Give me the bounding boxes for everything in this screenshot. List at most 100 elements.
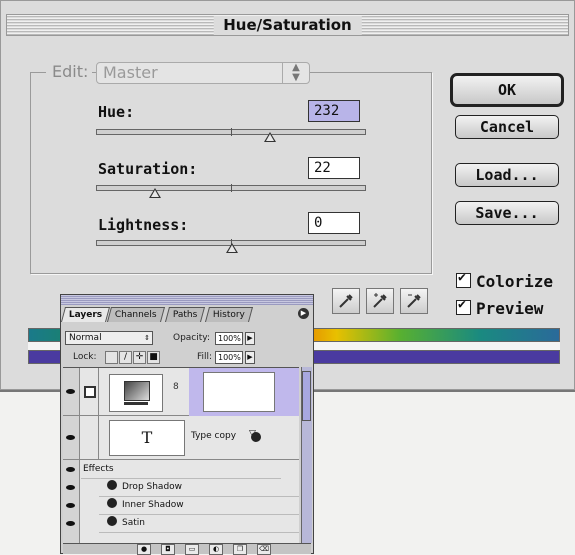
histogram-base [124,402,148,405]
saturation-slider[interactable] [96,184,366,192]
layers-scrollbar[interactable] [301,367,312,543]
saturation-label: Saturation: [98,160,198,178]
delete-layer-icon[interactable]: ⌫ [257,544,271,555]
effect-icon [107,516,117,526]
eye-icon[interactable] [66,467,75,472]
visibility-toggle[interactable] [63,416,80,459]
colorize-label: Colorize [476,272,554,291]
saturation-slider-center-tick [231,184,232,192]
layer-mask-thumbnail [203,372,275,412]
eye-icon[interactable] [66,485,75,490]
select-arrows-icon: ▲ ▼ [282,63,309,83]
new-adjustment-layer-icon[interactable]: ◐ [209,544,223,555]
lightness-input[interactable]: 0 [308,212,360,234]
preview-label: Preview [476,299,544,318]
effect-satin[interactable]: Satin [99,514,299,533]
effect-icon [107,498,117,508]
opacity-input[interactable]: 100% [215,332,243,345]
colorize-checkbox[interactable]: ✔ Colorize [456,270,554,291]
eyedropper-plus-icon [373,293,387,308]
type-layer-name[interactable]: Type copy [191,431,236,441]
lock-transparency-icon[interactable] [105,351,118,364]
new-set-icon[interactable]: ▭ [185,544,199,555]
cancel-button[interactable]: Cancel [455,115,559,139]
scrollbar-thumb[interactable] [302,371,311,421]
hue-input[interactable]: 232 [308,100,360,122]
edit-channel-value: Master [103,63,158,82]
layer-mask-link-cell[interactable] [80,368,99,415]
checkmark-icon: ✔ [458,297,466,312]
effects-label: Effects [83,464,114,474]
tab-layers[interactable]: Layers [60,307,111,322]
save-button[interactable]: Save... [455,201,559,225]
fill-label: Fill: [197,352,213,362]
layer-link-cell[interactable] [80,416,99,459]
fill-input[interactable]: 100% [215,351,243,364]
layer-effects-icon [251,432,261,442]
dialog-titlebar[interactable]: Hue/Saturation [6,14,569,36]
eye-icon [66,389,75,394]
hue-slider[interactable] [96,128,366,136]
visibility-toggle[interactable] [63,368,80,415]
palette-titlebar[interactable] [61,295,313,305]
effect-drop-shadow[interactable]: Drop Shadow [99,478,299,497]
tab-paths[interactable]: Paths [164,307,206,322]
fill-arrow-icon[interactable]: ▶ [245,351,255,364]
palette-menu-icon[interactable]: ▶ [298,308,309,319]
hue-slider-center-tick [231,128,232,136]
lock-label: Lock: [73,352,97,362]
saturation-input[interactable]: 22 [308,157,360,179]
add-layer-style-icon[interactable]: ● [137,544,151,555]
edit-label: Edit: [46,62,93,81]
hue-label: Hue: [98,103,135,121]
blend-mode-select[interactable]: Normal ⇕ [65,331,153,345]
blend-mode-value: Normal [69,333,102,343]
tab-history[interactable]: History [204,307,254,322]
opacity-label: Opacity: [173,333,210,343]
saturation-slider-thumb[interactable] [149,188,161,198]
dialog-title: Hue/Saturation [213,16,362,35]
effect-icon [107,480,117,490]
layer-row-type[interactable]: T Type copy ▽ [63,416,299,460]
effect-name: Inner Shadow [122,500,184,510]
adjustment-layer-thumbnail [109,374,163,412]
add-to-sample-eyedropper[interactable] [366,288,394,314]
eyedropper-tool[interactable] [332,288,360,314]
layer-row-adjustment[interactable]: 8 [63,368,299,416]
effect-name: Satin [122,518,145,528]
colorize-check-box: ✔ [456,270,471,288]
tab-channels[interactable]: Channels [106,307,165,322]
type-layer-thumbnail: T [109,420,185,456]
lock-paint-icon[interactable]: / [119,351,132,364]
eyedropper-minus-icon [407,294,421,308]
new-layer-icon[interactable]: ❐ [233,544,247,555]
effect-inner-shadow[interactable]: Inner Shadow [99,496,299,515]
ok-button[interactable]: OK [450,73,564,107]
select-arrows-icon: ⇕ [144,334,150,342]
eye-icon [66,435,75,440]
eye-icon[interactable] [66,503,75,508]
lightness-label: Lightness: [98,216,189,234]
preview-check-box: ✔ [456,297,471,315]
subtract-from-sample-eyedropper[interactable] [400,288,428,314]
load-button[interactable]: Load... [455,163,559,187]
effect-name: Drop Shadow [122,482,183,492]
lock-all-icon[interactable]: ■ [147,351,160,364]
hue-slider-thumb[interactable] [264,132,276,142]
eye-icon[interactable] [66,521,75,526]
mask-link-icon[interactable]: 8 [173,382,181,400]
opacity-arrow-icon[interactable]: ▶ [245,332,255,345]
adjustment-layer-icon [84,386,96,398]
layers-palette: Layers Channels Paths History ▶ Normal ⇕… [60,294,314,555]
histogram-icon [124,381,150,401]
effects-visibility-column [63,460,80,544]
effects-group: Effects Drop Shadow Inner Shadow Satin [63,460,299,544]
add-mask-icon[interactable]: ◘ [161,544,175,555]
lightness-slider-thumb[interactable] [226,243,238,253]
edit-channel-select[interactable]: Master ▲ ▼ [96,62,310,84]
selected-mask-cell[interactable] [189,368,299,416]
lock-position-icon[interactable]: ✛ [133,351,146,364]
eyedropper-icon [339,294,353,308]
preview-checkbox[interactable]: ✔ Preview [456,297,544,318]
effects-header[interactable]: Effects [81,460,281,479]
